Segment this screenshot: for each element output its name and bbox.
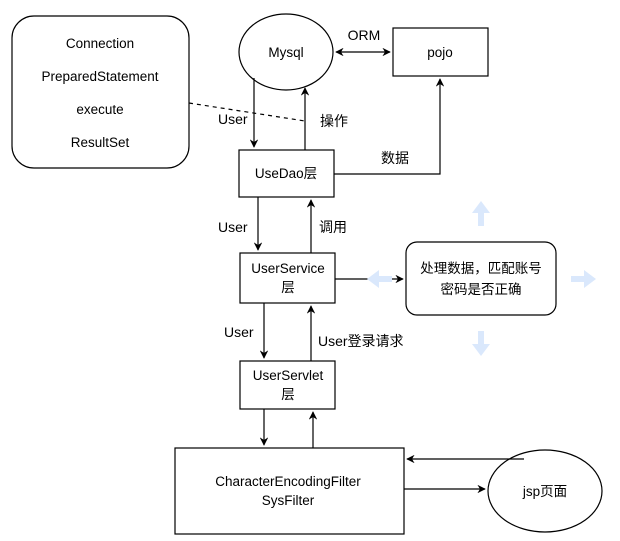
userservlet-label-suffix: 层 — [281, 387, 295, 402]
user-label-servlet-service: User — [224, 324, 254, 340]
mysql-node: Mysql — [238, 13, 334, 91]
filter-node: CharacterEncodingFilter SysFilter — [174, 447, 405, 535]
hint-arrow-right — [571, 270, 596, 288]
userservice-label: UserService — [251, 261, 325, 276]
architecture-diagram: Connection PreparedStatement execute Res… — [11, 13, 603, 535]
pojo-node: pojo — [392, 27, 489, 77]
call-label: 调用 — [319, 219, 347, 235]
usedao-node: UseDao层 — [238, 149, 335, 198]
userservice-node: UserService 层 — [239, 252, 336, 304]
orm-label: ORM — [348, 27, 381, 43]
login-request-label: User登录请求 — [318, 333, 404, 349]
userservlet-label: UserServlet — [253, 368, 324, 383]
filter-label-line2: SysFilter — [262, 493, 315, 508]
operate-label: 操作 — [320, 113, 348, 129]
hint-arrow-down — [472, 331, 490, 356]
filter-label-line1: CharacterEncodingFilter — [215, 474, 361, 489]
mysql-label: Mysql — [268, 45, 303, 60]
pojo-label: pojo — [427, 45, 453, 60]
process-label-line1: 处理数据，匹配账号 — [420, 261, 542, 276]
jdbc-resultset-label: ResultSet — [71, 135, 130, 150]
userservlet-node: UserServlet 层 — [239, 360, 336, 410]
jsp-label: jsp页面 — [522, 484, 567, 499]
hint-arrow-left — [367, 270, 392, 288]
process-label-line2: 密码是否正确 — [441, 281, 522, 297]
jdbc-steps-box: Connection PreparedStatement execute Res… — [11, 15, 190, 169]
jdbc-connection-label: Connection — [66, 36, 134, 51]
data-label: 数据 — [381, 150, 409, 166]
jdbc-execute-label: execute — [76, 102, 123, 117]
userservice-label-suffix: 层 — [281, 280, 295, 295]
process-node: 处理数据，匹配账号 密码是否正确 — [405, 241, 557, 316]
jdbc-preparedstatement-label: PreparedStatement — [41, 69, 158, 84]
user-label-dao-mysql: User — [218, 111, 248, 127]
usedao-label: UseDao层 — [255, 166, 317, 181]
user-label-service-dao: User — [218, 219, 248, 235]
jsp-node: jsp页面 — [487, 449, 603, 533]
hint-arrow-up — [472, 201, 490, 226]
